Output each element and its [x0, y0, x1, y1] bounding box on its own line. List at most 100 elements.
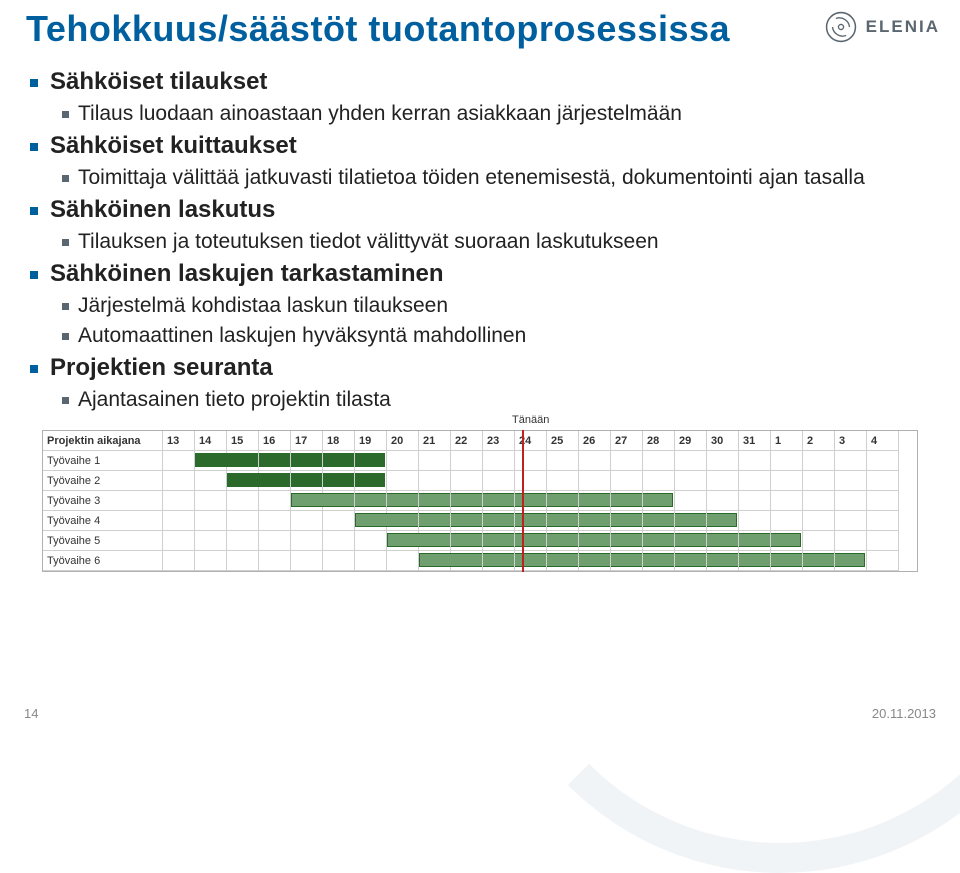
gantt-cell: [739, 451, 771, 471]
sub-bullet: Tilauksen ja toteutuksen tiedot välittyv…: [50, 230, 934, 254]
gantt-cell: [547, 451, 579, 471]
gantt-cell: [163, 531, 195, 551]
bullet-item: Sähköinen laskutus Tilauksen ja toteutuk…: [26, 196, 934, 254]
gantt-cell: [707, 511, 739, 531]
gantt-cell: [483, 491, 515, 511]
gantt-cell: [355, 451, 387, 471]
gantt-cell: [739, 511, 771, 531]
gantt-cell: [867, 531, 899, 551]
gantt-day-header: 16: [259, 431, 291, 451]
gantt-cell: [643, 511, 675, 531]
gantt-cell: [803, 491, 835, 511]
gantt-cell: [483, 471, 515, 491]
gantt-cell: [835, 451, 867, 471]
gantt-day-header: 24: [515, 431, 547, 451]
gantt-cell: [451, 511, 483, 531]
gantt-row-header: Projektin aikajana: [43, 431, 163, 451]
gantt-cell: [739, 491, 771, 511]
bullet-item: Sähköiset tilaukset Tilaus luodaan ainoa…: [26, 68, 934, 126]
gantt-cell: [227, 451, 259, 471]
gantt-cell: [291, 491, 323, 511]
today-label: Tänään: [512, 414, 549, 426]
gantt-cell: [163, 491, 195, 511]
gantt-cell: [195, 491, 227, 511]
sub-bullet: Järjestelmä kohdistaa laskun tilaukseen: [50, 294, 934, 318]
gantt-cell: [355, 511, 387, 531]
gantt-cell: [771, 531, 803, 551]
gantt-cell: [547, 531, 579, 551]
gantt-day-header: 3: [835, 431, 867, 451]
gantt-cell: [387, 491, 419, 511]
gantt-cell: [451, 531, 483, 551]
gantt-cell: [675, 491, 707, 511]
gantt-day-header: 23: [483, 431, 515, 451]
gantt-cell: [611, 531, 643, 551]
gantt-cell: [355, 491, 387, 511]
bullet-item: Sähköiset kuittaukset Toimittaja välittä…: [26, 132, 934, 190]
sub-bullet: Tilaus luodaan ainoastaan yhden kerran a…: [50, 102, 934, 126]
gantt-cell: [419, 551, 451, 571]
gantt-cell: [515, 451, 547, 471]
gantt-cell: [547, 471, 579, 491]
gantt-cell: [547, 491, 579, 511]
gantt-cell: [387, 531, 419, 551]
today-line: [522, 430, 524, 572]
gantt-cell: [867, 511, 899, 531]
gantt-cell: [163, 511, 195, 531]
gantt-cell: [547, 551, 579, 571]
gantt-cell: [259, 451, 291, 471]
gantt-cell: [835, 511, 867, 531]
gantt-cell: [419, 531, 451, 551]
gantt-cell: [515, 471, 547, 491]
gantt-cell: [515, 551, 547, 571]
gantt-cell: [419, 471, 451, 491]
gantt-cell: [867, 491, 899, 511]
gantt-cell: [451, 551, 483, 571]
gantt-day-header: 21: [419, 431, 451, 451]
gantt-cell: [227, 511, 259, 531]
gantt-cell: [483, 511, 515, 531]
gantt-cell: [387, 471, 419, 491]
gantt-cell: [291, 551, 323, 571]
gantt-cell: [675, 511, 707, 531]
gantt-cell: [355, 531, 387, 551]
gantt-cell: [483, 451, 515, 471]
gantt-day-header: 4: [867, 431, 899, 451]
gantt-cell: [643, 471, 675, 491]
gantt-cell: [387, 451, 419, 471]
gantt-cell: [803, 451, 835, 471]
gantt-cell: [163, 451, 195, 471]
sub-bullet: Ajantasainen tieto projektin tilasta: [50, 388, 934, 412]
gantt-cell: [451, 451, 483, 471]
gantt-cell: [675, 471, 707, 491]
gantt-day-header: 29: [675, 431, 707, 451]
gantt-day-header: 2: [803, 431, 835, 451]
gantt-day-header: 13: [163, 431, 195, 451]
gantt-cell: [419, 491, 451, 511]
gantt-cell: [867, 471, 899, 491]
gantt-day-header: 31: [739, 431, 771, 451]
gantt-cell: [771, 451, 803, 471]
gantt-cell: [195, 511, 227, 531]
gantt-cell: [291, 511, 323, 531]
gantt-cell: [259, 491, 291, 511]
gantt-cell: [419, 451, 451, 471]
gantt-row-label: Työvaihe 5: [43, 531, 163, 551]
gantt-cell: [675, 531, 707, 551]
gantt-day-header: 18: [323, 431, 355, 451]
bullet-item: Projektien seuranta Ajantasainen tieto p…: [26, 354, 934, 412]
gantt-cell: [259, 471, 291, 491]
gantt-cell: [803, 471, 835, 491]
page-title: Tehokkuus/säästöt tuotantoprosessissa: [26, 8, 934, 50]
logo-icon: [824, 10, 858, 44]
gantt-cell: [643, 531, 675, 551]
gantt-cell: [803, 531, 835, 551]
gantt-cell: [611, 491, 643, 511]
gantt-cell: [643, 491, 675, 511]
gantt-cell: [707, 451, 739, 471]
gantt-cell: [195, 531, 227, 551]
gantt-day-header: 19: [355, 431, 387, 451]
gantt-cell: [483, 531, 515, 551]
gantt-day-header: 27: [611, 431, 643, 451]
gantt-cell: [803, 551, 835, 571]
